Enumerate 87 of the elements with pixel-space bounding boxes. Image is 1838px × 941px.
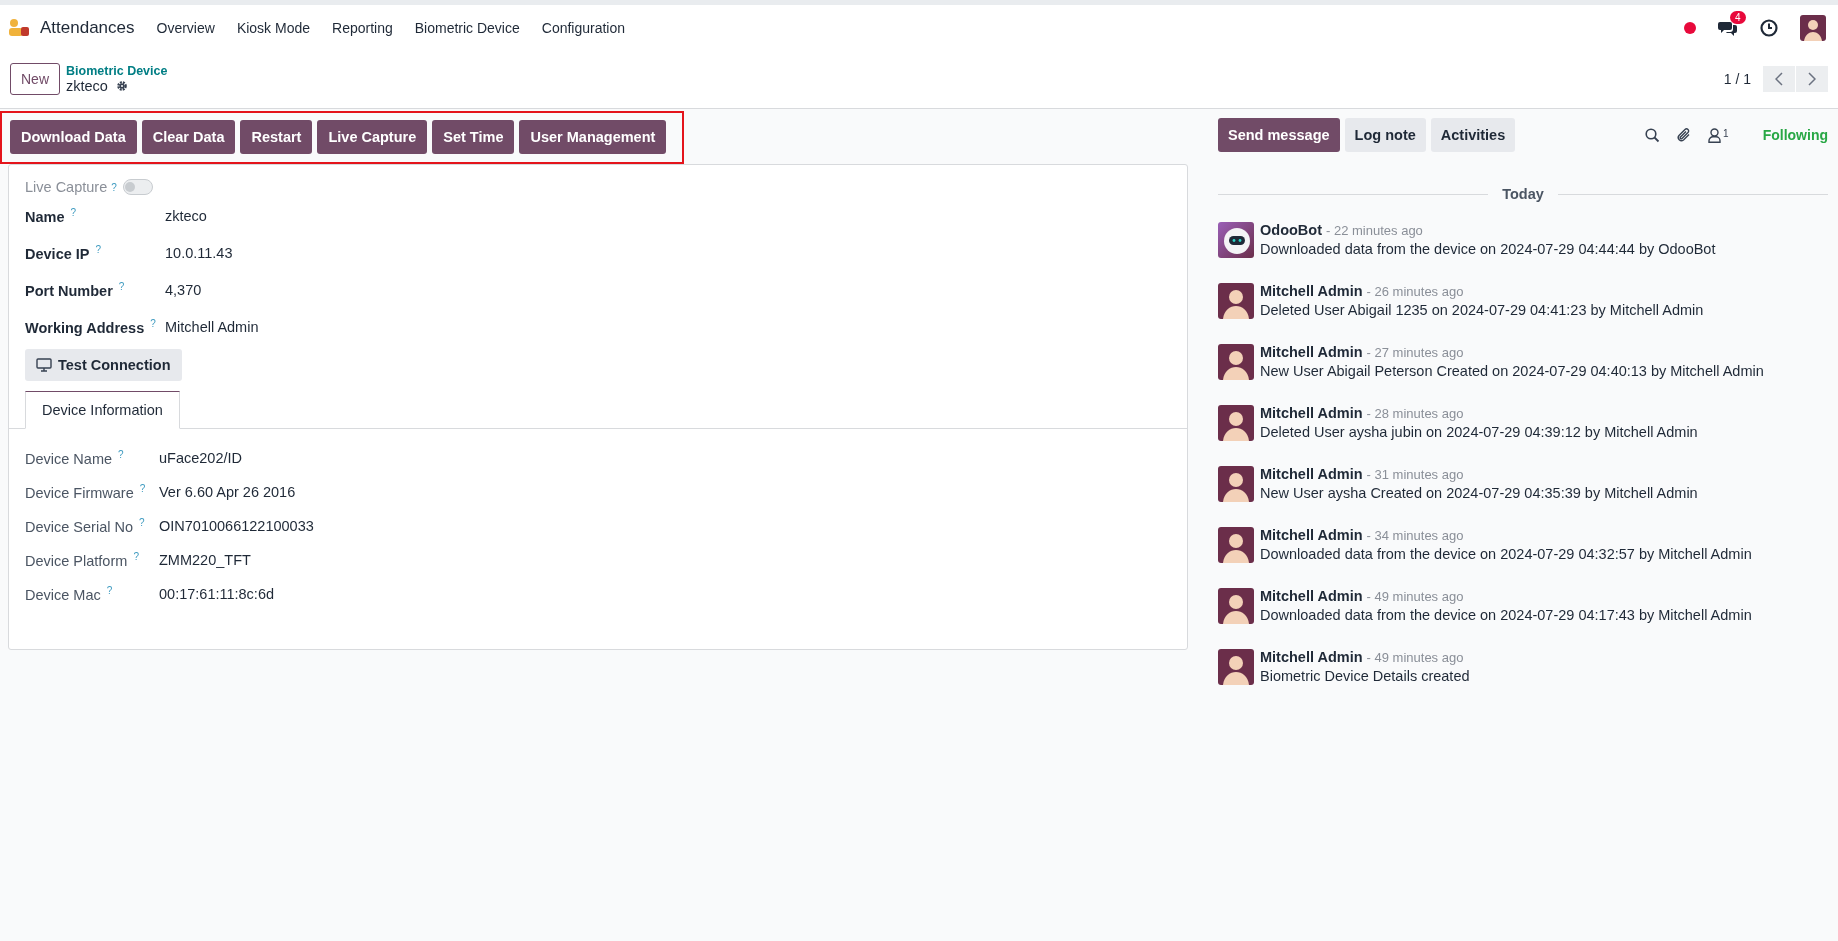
message-text: Deleted User Abigail 1235 on 2024-07-29 04:41:23 by Mitchell Admin <box>1260 302 1704 318</box>
follower-count: 1 <box>1723 127 1729 139</box>
field-label: Device Serial No <box>25 518 133 535</box>
user-avatar[interactable] <box>1218 649 1254 685</box>
clock-icon[interactable] <box>1760 18 1778 37</box>
chatter-button[interactable]: Activities <box>1430 118 1516 152</box>
field-label: Device IP <box>25 245 90 262</box>
field-label: Device Firmware <box>25 484 134 501</box>
message-text: New User aysha Created on 2024-07-29 04:35:39 by Mitchell Admin <box>1260 485 1698 501</box>
user-avatar[interactable] <box>1218 283 1254 319</box>
message-author[interactable]: Mitchell Admin <box>1260 527 1363 543</box>
follower-icon[interactable] <box>1708 127 1722 143</box>
app-name[interactable]: Attendances <box>40 17 135 38</box>
field-value: uFace202/ID <box>159 450 243 466</box>
message-text: Deleted User aysha jubin on 2024-07-29 04:39:12 by Mitchell Admin <box>1260 424 1698 440</box>
menu-item[interactable]: Biometric Device <box>414 19 520 36</box>
field-label: Device Mac <box>25 586 101 603</box>
message-count-badge: 4 <box>1730 10 1746 24</box>
message-time: - 49 minutes ago <box>1366 589 1464 604</box>
date-separator: Today <box>1502 186 1544 202</box>
field-value[interactable]: 10.0.11.43 <box>165 244 233 261</box>
field-value: Ver 6.60 Apr 26 2016 <box>159 484 296 500</box>
chevron-right-icon <box>1808 72 1816 86</box>
action-button[interactable]: Download Data <box>10 120 137 154</box>
field-value[interactable]: 4,370 <box>165 281 202 298</box>
field-label: Name <box>25 208 65 225</box>
message-text: Downloaded data from the device on 2024-07-29 04:17:43 by Mitchell Admin <box>1260 607 1752 623</box>
user-avatar[interactable] <box>1218 527 1254 563</box>
action-button[interactable]: Set Time <box>432 120 515 154</box>
message-time: - 49 minutes ago <box>1366 650 1464 665</box>
message-time: - 34 minutes ago <box>1366 528 1464 543</box>
field-value[interactable]: zkteco <box>165 207 207 224</box>
message-time: - 28 minutes ago <box>1366 406 1464 421</box>
message-author[interactable]: OdooBot <box>1260 222 1322 238</box>
monitor-icon <box>36 358 52 372</box>
field-label: Live Capture <box>25 179 108 195</box>
message-author[interactable]: Mitchell Admin <box>1260 405 1363 421</box>
message-time: - 27 minutes ago <box>1366 345 1464 360</box>
menu-item[interactable]: Reporting <box>332 19 393 36</box>
live-capture-toggle[interactable] <box>122 179 153 195</box>
message-time: - 26 minutes ago <box>1366 284 1464 299</box>
message-text: Biometric Device Details created <box>1260 668 1470 684</box>
field-label: Device Name <box>25 450 113 467</box>
action-button[interactable]: User Management <box>519 120 667 154</box>
message-author[interactable]: Mitchell Admin <box>1260 344 1363 360</box>
pager-counter: 1 / 1 <box>1723 71 1751 87</box>
new-button[interactable]: New <box>10 63 60 95</box>
message-author[interactable]: Mitchell Admin <box>1260 283 1363 299</box>
user-avatar[interactable] <box>1218 588 1254 624</box>
menu-item[interactable]: Kiosk Mode <box>236 19 311 36</box>
settings-icon[interactable] <box>115 80 128 92</box>
message-author[interactable]: Mitchell Admin <box>1260 466 1363 482</box>
field-value[interactable]: Mitchell Admin <box>165 318 259 335</box>
user-avatar[interactable] <box>1218 344 1254 380</box>
message-time: - 31 minutes ago <box>1366 467 1464 482</box>
menu-item[interactable]: Configuration <box>541 19 626 36</box>
field-label: Port Number <box>25 282 113 299</box>
message-text: Downloaded data from the device on 2024-07-29 04:44:44 by OdooBot <box>1260 241 1716 257</box>
action-button[interactable]: Clear Data <box>141 120 236 154</box>
user-avatar[interactable] <box>1800 14 1826 41</box>
field-label: Device Platform <box>25 552 128 569</box>
field-value: 00:17:61:11:8c:6d <box>159 586 275 602</box>
chatter-button[interactable]: Log note <box>1344 118 1426 152</box>
status-dot[interactable] <box>1684 21 1696 34</box>
record-title: zkteco <box>66 78 108 94</box>
action-button[interactable]: Live Capture <box>317 120 428 154</box>
test-connection-button[interactable]: Test Connection <box>25 349 182 381</box>
robot-avatar[interactable] <box>1218 222 1254 258</box>
tab[interactable]: Device Information <box>25 391 180 429</box>
chatter-button[interactable]: Send message <box>1218 118 1340 152</box>
message-text: Downloaded data from the device on 2024-07-29 04:32:57 by Mitchell Admin <box>1260 546 1752 562</box>
app-logo-icon[interactable] <box>8 17 30 38</box>
field-label: Working Address <box>25 319 145 336</box>
user-avatar[interactable] <box>1218 466 1254 502</box>
search-icon[interactable] <box>1645 127 1661 143</box>
breadcrumb-link[interactable]: Biometric Device <box>66 64 168 78</box>
message-author[interactable]: Mitchell Admin <box>1260 649 1363 665</box>
chevron-left-icon <box>1775 72 1783 86</box>
user-avatar[interactable] <box>1218 405 1254 441</box>
message-text: New User Abigail Peterson Created on 2024-07-29 04:40:13 by Mitchell Admin <box>1260 363 1764 379</box>
action-button[interactable]: Restart <box>240 120 313 154</box>
field-value: ZMM220_TFT <box>159 552 251 568</box>
message-time: - 22 minutes ago <box>1326 223 1423 238</box>
chat-icon[interactable] <box>1718 19 1738 36</box>
field-value: OIN7010066122100033 <box>159 518 314 534</box>
message-author[interactable]: Mitchell Admin <box>1260 588 1363 604</box>
menu-item[interactable]: Overview <box>156 19 215 36</box>
